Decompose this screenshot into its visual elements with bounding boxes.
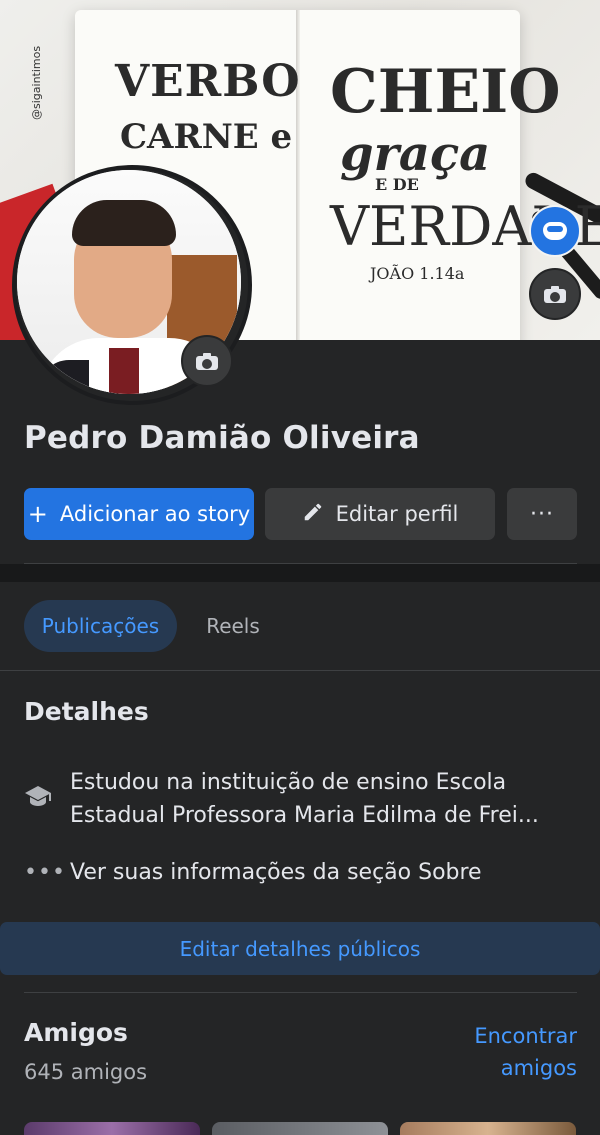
divider [24, 992, 577, 993]
cover-lettering: E DE [375, 175, 419, 194]
edit-cover-photo-button[interactable] [529, 268, 581, 320]
detail-education-text: Estudou na instituição de ensino Escola … [70, 770, 539, 828]
camera-icon [544, 285, 566, 303]
cover-lettering: VERBO [115, 56, 301, 107]
plus-icon: + [27, 500, 48, 528]
camera-icon [196, 352, 218, 370]
tab-label: Reels [206, 614, 260, 638]
edit-public-details-label: Editar detalhes públicos [179, 936, 421, 961]
details-title: Detalhes [24, 697, 149, 726]
add-to-story-button[interactable]: + Adicionar ao story [24, 488, 254, 540]
friends-count: 645 amigos [24, 1060, 148, 1084]
edit-profile-picture-button[interactable] [181, 335, 233, 387]
more-dots-icon: ••• [24, 860, 66, 885]
graduation-cap-icon [24, 766, 70, 832]
cover-lettering: JOÃO 1.14a [370, 264, 465, 283]
tab-publications[interactable]: Publicações [24, 600, 177, 652]
profile-name: Pedro Damião Oliveira [24, 420, 420, 456]
avatar-face-icon [543, 222, 567, 240]
more-options-button[interactable]: ··· [507, 488, 577, 540]
cover-lettering: graça [340, 126, 491, 182]
more-dots-icon: ··· [530, 501, 554, 527]
cover-side-tag: @sigaintimos [30, 45, 43, 120]
edit-profile-button[interactable]: Editar perfil [265, 488, 495, 540]
friends-title: Amigos [24, 1018, 128, 1047]
detail-see-about[interactable]: ••• Ver suas informações da seção Sobre [24, 856, 577, 889]
tab-label: Publicações [41, 614, 160, 638]
avatar-maker-button[interactable] [529, 205, 581, 257]
pencil-icon [302, 501, 324, 527]
add-to-story-label: Adicionar ao story [59, 502, 251, 526]
divider [0, 670, 600, 671]
edit-profile-label: Editar perfil [335, 502, 459, 526]
friend-thumbnail[interactable] [24, 1122, 200, 1135]
friend-thumbnail[interactable] [212, 1122, 388, 1135]
cover-lettering: CARNE e [120, 117, 293, 157]
edit-public-details-button[interactable]: Editar detalhes públicos [0, 922, 600, 975]
find-friends-link[interactable]: Encontrar amigos [430, 1020, 577, 1084]
detail-education[interactable]: Estudou na instituição de ensino Escola … [24, 766, 577, 832]
section-separator [0, 564, 600, 582]
tab-reels[interactable]: Reels [190, 600, 276, 652]
cover-lettering: CHEIO [330, 57, 561, 127]
detail-see-about-text: Ver suas informações da seção Sobre [70, 860, 482, 885]
friend-thumbnail[interactable] [400, 1122, 576, 1135]
